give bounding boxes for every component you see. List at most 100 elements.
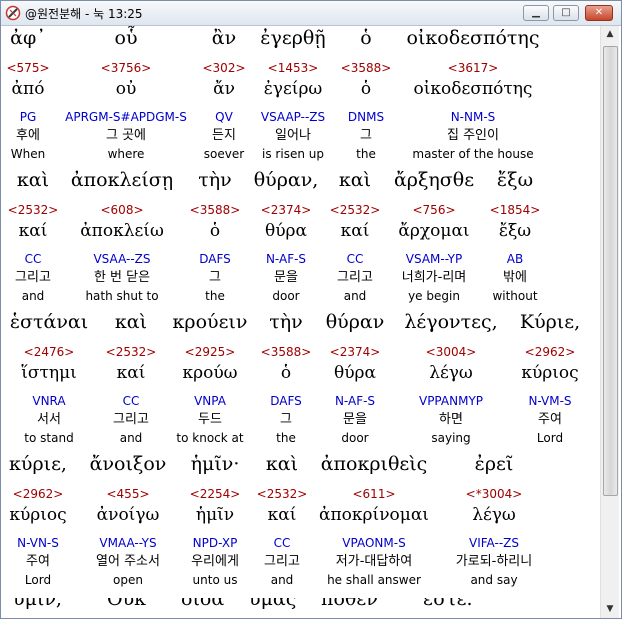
verse-block-2: καὶ <2532> καί CC 그리고 and ἀποκλείσῃ <608… bbox=[3, 168, 599, 310]
greek-word: κύριε, bbox=[9, 453, 67, 475]
parsing-code: CC bbox=[346, 252, 364, 266]
strong-number: <3588> bbox=[189, 203, 241, 217]
parsing-code: QV bbox=[215, 110, 233, 124]
korean-gloss: 서서 bbox=[37, 412, 61, 427]
english-gloss: and bbox=[270, 573, 294, 587]
korean-gloss: 그 bbox=[209, 270, 221, 285]
korean-gloss: 밖에 bbox=[503, 270, 527, 285]
lemma: ὁ bbox=[280, 363, 292, 383]
parsing-code: DAFS bbox=[270, 394, 302, 408]
greek-word: ἀποκριθεὶς bbox=[320, 453, 428, 475]
greek-word: ἐρεῖ bbox=[474, 453, 514, 475]
parsing-code: VPAONM-S bbox=[342, 536, 406, 550]
lemma: ὁ bbox=[360, 79, 372, 99]
korean-gloss: 그리고 bbox=[337, 270, 373, 285]
parsing-code: VSAAP--ZS bbox=[260, 110, 326, 124]
korean-gloss: 든지 bbox=[212, 128, 236, 143]
maximize-button[interactable]: □ bbox=[553, 5, 579, 21]
greek-word: ἀφ᾽ bbox=[10, 27, 46, 49]
parsing-code: N-VN-S bbox=[17, 536, 59, 550]
english-gloss: is risen up bbox=[262, 147, 324, 161]
lemma: λέγω bbox=[472, 505, 516, 525]
close-button[interactable]: ✕ bbox=[585, 5, 613, 21]
strong-number: <2532> bbox=[256, 487, 308, 501]
lemma: θύρα bbox=[264, 221, 308, 241]
korean-gloss: 그리고 bbox=[113, 412, 149, 427]
strong-number: <2962> bbox=[12, 487, 64, 501]
strong-number: <611> bbox=[352, 487, 396, 501]
strong-number: <302> bbox=[202, 61, 246, 75]
english-gloss: without bbox=[492, 289, 538, 303]
title-bar[interactable]: @원전분해 - 눅 13:25 ▁ □ ✕ bbox=[1, 1, 621, 26]
korean-gloss: 열어 주소서 bbox=[96, 554, 160, 569]
parsing-code: N-AF-S bbox=[334, 394, 376, 408]
greek-word: καὶ bbox=[114, 311, 148, 333]
english-gloss: door bbox=[272, 289, 300, 303]
parsing-code: APRGM-S#APDGM-S bbox=[65, 110, 187, 124]
english-gloss: soever bbox=[203, 147, 245, 161]
greek-word: ὑμῖν, bbox=[13, 598, 62, 610]
parsing-code: VNPA bbox=[194, 394, 226, 408]
korean-gloss: 우리에게 bbox=[191, 554, 239, 569]
english-gloss: master of the house bbox=[412, 147, 534, 161]
lemma: καί bbox=[340, 221, 370, 241]
scrollbar-thumb[interactable] bbox=[603, 46, 618, 496]
english-gloss: and say bbox=[470, 573, 518, 587]
verse-block-3: ἑστάναι <2476> ἵστημι VNRA 서서 to stand κ… bbox=[3, 310, 599, 452]
vertical-scrollbar[interactable]: ▲ ▼ bbox=[600, 26, 619, 618]
lemma: θύρα bbox=[333, 363, 377, 383]
english-gloss: the bbox=[356, 147, 376, 161]
strong-number: <1854> bbox=[489, 203, 541, 217]
greek-word: τὴν bbox=[198, 169, 232, 191]
greek-word: θύραν, bbox=[253, 169, 319, 191]
greek-word: πόθεν bbox=[321, 598, 378, 610]
strong-number: <2962> bbox=[524, 345, 576, 359]
parsing-code: VSAM--YP bbox=[405, 252, 463, 266]
korean-gloss: 주여 bbox=[26, 554, 50, 569]
english-gloss: When bbox=[10, 147, 46, 161]
english-gloss: door bbox=[341, 431, 369, 445]
korean-gloss: 후에 bbox=[16, 128, 40, 143]
lemma: καί bbox=[18, 221, 48, 241]
english-gloss: to stand bbox=[24, 431, 74, 445]
greek-word: ἡμῖν· bbox=[190, 453, 240, 475]
strong-number: <3588> bbox=[340, 61, 392, 75]
greek-word: ἄνοιξον bbox=[89, 453, 167, 475]
korean-gloss: 그 bbox=[360, 128, 372, 143]
english-gloss: and bbox=[343, 289, 367, 303]
strong-number: <1453> bbox=[267, 61, 319, 75]
app-icon bbox=[5, 5, 21, 21]
korean-gloss: 한 번 닫은 bbox=[93, 270, 151, 285]
english-gloss: and bbox=[119, 431, 143, 445]
minimize-button[interactable]: ▁ bbox=[523, 5, 549, 21]
parsing-code: N-AF-S bbox=[265, 252, 307, 266]
english-gloss: ye begin bbox=[408, 289, 460, 303]
lemma: ἔξω bbox=[498, 221, 532, 241]
parsing-code: N-NM-S bbox=[450, 110, 496, 124]
korean-gloss: 일어나 bbox=[275, 128, 311, 143]
scroll-down-arrow-icon[interactable]: ▼ bbox=[601, 601, 619, 618]
greek-word: Κύριε, bbox=[519, 311, 581, 333]
greek-word: καὶ bbox=[265, 453, 299, 475]
parsing-code: VIFA--ZS bbox=[469, 536, 519, 550]
english-gloss: to knock at bbox=[176, 431, 244, 445]
parsing-code: NPD-XP bbox=[192, 536, 238, 550]
parsing-code: VNRA bbox=[32, 394, 66, 408]
strong-number: <3756> bbox=[100, 61, 152, 75]
lemma: ἡμῖν bbox=[195, 505, 235, 525]
greek-word: ἂν bbox=[211, 27, 237, 49]
greek-word: Οὐκ bbox=[107, 598, 147, 610]
strong-number: <2374> bbox=[329, 345, 381, 359]
english-gloss: he shall answer bbox=[327, 573, 421, 587]
parsing-code: DNMS bbox=[347, 110, 385, 124]
korean-gloss: 그 곳에 bbox=[105, 128, 147, 143]
scroll-up-arrow-icon[interactable]: ▲ bbox=[601, 26, 619, 43]
strong-number: <575> bbox=[6, 61, 50, 75]
korean-gloss: 그리고 bbox=[264, 554, 300, 569]
strong-number: <2254> bbox=[189, 487, 241, 501]
parsing-code: VPPANMYP bbox=[418, 394, 484, 408]
lemma: κύριος bbox=[9, 505, 67, 525]
english-gloss: Lord bbox=[536, 431, 564, 445]
lemma: ἀποκλείω bbox=[80, 221, 164, 241]
greek-word: τὴν bbox=[269, 311, 303, 333]
